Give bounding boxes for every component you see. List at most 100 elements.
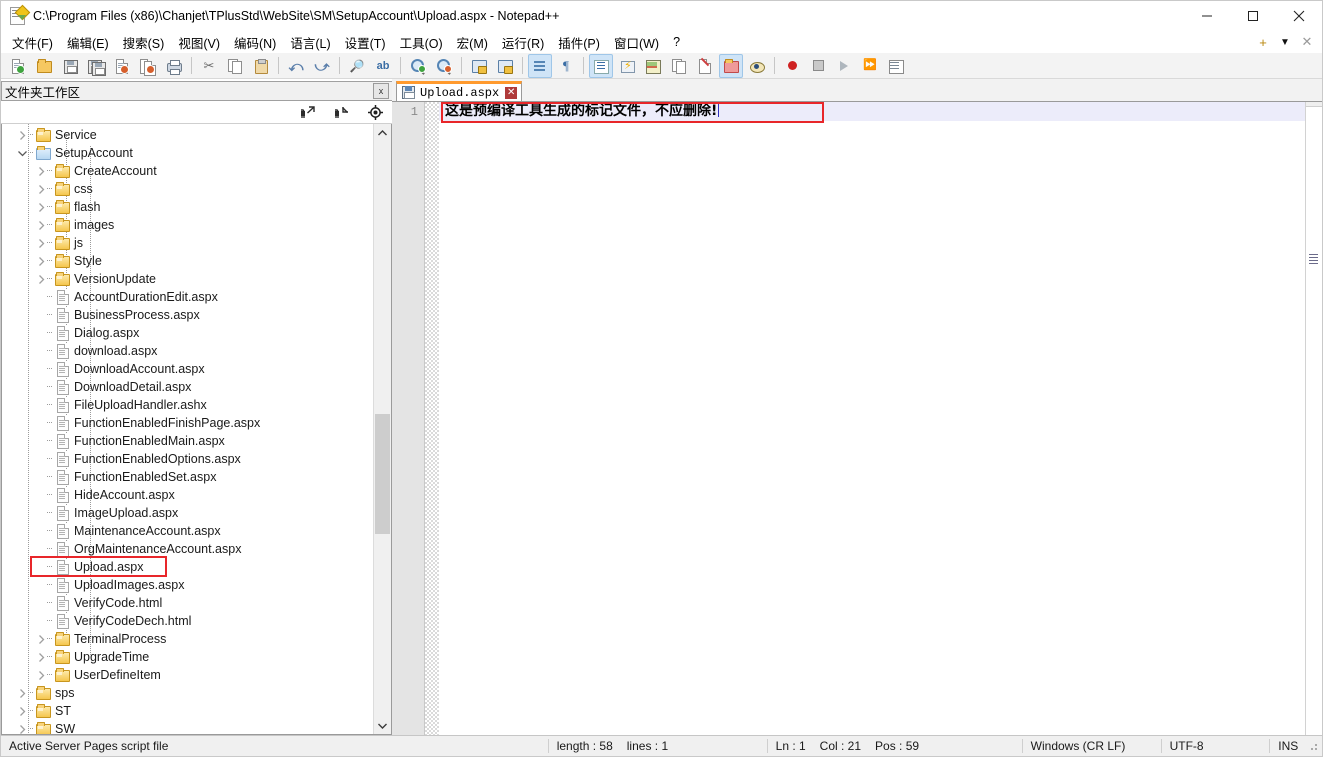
paste-icon[interactable]	[249, 54, 273, 78]
tree-item[interactable]: AccountDurationEdit.aspx	[2, 288, 373, 306]
tree-item[interactable]: flash	[2, 198, 373, 216]
find-icon[interactable]: 🔎	[345, 54, 369, 78]
tree-item[interactable]: DownloadAccount.aspx	[2, 360, 373, 378]
maximize-button[interactable]	[1230, 1, 1276, 31]
tree-item[interactable]: Dialog.aspx	[2, 324, 373, 342]
tab-upload-aspx[interactable]: Upload.aspx ✕	[396, 81, 523, 101]
tree-item[interactable]: HideAccount.aspx	[2, 486, 373, 504]
sync-horizontal-scroll-icon[interactable]	[493, 54, 517, 78]
replace-icon[interactable]: ab	[371, 54, 395, 78]
tree-vertical-scrollbar[interactable]	[373, 124, 391, 734]
show-all-characters-icon[interactable]: ¶	[554, 54, 578, 78]
tree-item[interactable]: SetupAccount	[2, 144, 373, 162]
tree-item[interactable]: images	[2, 216, 373, 234]
cut-icon[interactable]: ✂	[197, 54, 221, 78]
document-map-icon[interactable]	[641, 54, 665, 78]
tree-item[interactable]: sps	[2, 684, 373, 702]
chevron-right-icon[interactable]	[16, 702, 28, 720]
tree-item[interactable]: SW	[2, 720, 373, 734]
status-eol-format[interactable]: Windows (CR LF)	[1023, 736, 1161, 756]
tree-item[interactable]: Service	[2, 126, 373, 144]
save-all-icon[interactable]	[84, 54, 108, 78]
copy-icon[interactable]	[223, 54, 247, 78]
tree-item[interactable]: OrgMaintenanceAccount.aspx	[2, 540, 373, 558]
code-area[interactable]: 这是预编译工具生成的标记文件，不应删除!	[439, 102, 1305, 735]
chevron-right-icon[interactable]	[35, 180, 47, 198]
tree-item[interactable]: FunctionEnabledMain.aspx	[2, 432, 373, 450]
chevron-right-icon[interactable]	[35, 666, 47, 684]
tree-item[interactable]: Style	[2, 252, 373, 270]
tree-item[interactable]: VersionUpdate	[2, 270, 373, 288]
tree-item[interactable]: FileUploadHandler.ashx	[2, 396, 373, 414]
menu-language[interactable]: 语言(L)	[283, 31, 337, 54]
menu-help[interactable]: ?	[666, 33, 687, 51]
folder-tree[interactable]: Service SetupAccount CreateAccount css flash…	[2, 124, 373, 734]
tree-item[interactable]: MaintenanceAccount.aspx	[2, 522, 373, 540]
function-list-icon[interactable]	[667, 54, 691, 78]
chevron-right-icon[interactable]	[35, 252, 47, 270]
minimize-button[interactable]	[1184, 1, 1230, 31]
chevron-right-icon[interactable]	[35, 270, 47, 288]
monitoring-icon[interactable]	[745, 54, 769, 78]
status-insert-mode[interactable]: INS	[1270, 736, 1306, 756]
tree-item[interactable]: download.aspx	[2, 342, 373, 360]
chevron-right-icon[interactable]	[35, 198, 47, 216]
menu-file[interactable]: 文件(F)	[5, 31, 60, 54]
menu-tools[interactable]: 工具(O)	[393, 31, 450, 54]
record-macro-icon[interactable]	[780, 54, 804, 78]
tree-item[interactable]: VerifyCode.html	[2, 594, 373, 612]
tree-item[interactable]: FunctionEnabledSet.aspx	[2, 468, 373, 486]
close-all-icon[interactable]	[136, 54, 160, 78]
save-macro-icon[interactable]	[884, 54, 908, 78]
tree-item[interactable]: TerminalProcess	[2, 630, 373, 648]
tree-item[interactable]: BusinessProcess.aspx	[2, 306, 373, 324]
sync-vertical-scroll-icon[interactable]	[467, 54, 491, 78]
open-file-icon[interactable]	[32, 54, 56, 78]
print-icon[interactable]	[162, 54, 186, 78]
play-macro-icon[interactable]	[832, 54, 856, 78]
redo-icon[interactable]: ⤻	[310, 54, 334, 78]
chevron-right-icon[interactable]	[35, 234, 47, 252]
scrollbar-thumb[interactable]	[375, 414, 390, 534]
new-file-icon[interactable]	[6, 54, 30, 78]
menu-plugins[interactable]: 插件(P)	[551, 31, 607, 54]
tree-item[interactable]: UpgradeTime	[2, 648, 373, 666]
word-wrap-icon[interactable]	[528, 53, 552, 78]
chevron-right-icon[interactable]	[16, 720, 28, 734]
menu-macro[interactable]: 宏(M)	[450, 31, 495, 54]
undo-icon[interactable]: ⤺	[284, 54, 308, 78]
zoom-in-icon[interactable]	[406, 54, 430, 78]
save-icon[interactable]	[58, 54, 82, 78]
tree-item[interactable]: ImageUpload.aspx	[2, 504, 373, 522]
indent-guide-icon[interactable]	[589, 53, 613, 78]
tree-item[interactable]: js	[2, 234, 373, 252]
chevron-right-icon[interactable]	[35, 630, 47, 648]
chevron-right-icon[interactable]	[16, 126, 28, 144]
tab-close-icon[interactable]: ✕	[505, 86, 518, 99]
tree-item[interactable]: ST	[2, 702, 373, 720]
editor-vertical-scrollbar[interactable]	[1305, 102, 1322, 735]
close-tab-icon[interactable]: ✕	[1296, 32, 1318, 52]
locate-current-file-icon[interactable]	[366, 103, 384, 121]
tree-item[interactable]: css	[2, 180, 373, 198]
panel-close-button[interactable]: x	[373, 83, 389, 99]
tree-item[interactable]: CreateAccount	[2, 162, 373, 180]
collapse-all-icon[interactable]	[332, 103, 350, 121]
scrollbar-grip[interactable]	[1309, 254, 1318, 266]
menu-run[interactable]: 运行(R)	[495, 31, 551, 54]
stop-recording-icon[interactable]	[806, 54, 830, 78]
menu-encoding[interactable]: 编码(N)	[227, 31, 283, 54]
tree-item[interactable]: UploadImages.aspx	[2, 576, 373, 594]
scroll-up-button[interactable]	[374, 124, 391, 141]
zoom-out-icon[interactable]	[432, 54, 456, 78]
fold-margin[interactable]	[425, 102, 439, 735]
expand-all-icon[interactable]	[298, 103, 316, 121]
menu-search[interactable]: 搜索(S)	[116, 31, 172, 54]
tree-item[interactable]: FunctionEnabledFinishPage.aspx	[2, 414, 373, 432]
chevron-right-icon[interactable]	[35, 162, 47, 180]
tree-item[interactable]: VerifyCodeDech.html	[2, 612, 373, 630]
chevron-down-icon[interactable]: ▼	[1274, 32, 1296, 52]
folder-as-workspace-icon[interactable]	[719, 53, 743, 78]
tree-item[interactable]: FunctionEnabledOptions.aspx	[2, 450, 373, 468]
new-tab-icon[interactable]: +	[1252, 32, 1274, 52]
